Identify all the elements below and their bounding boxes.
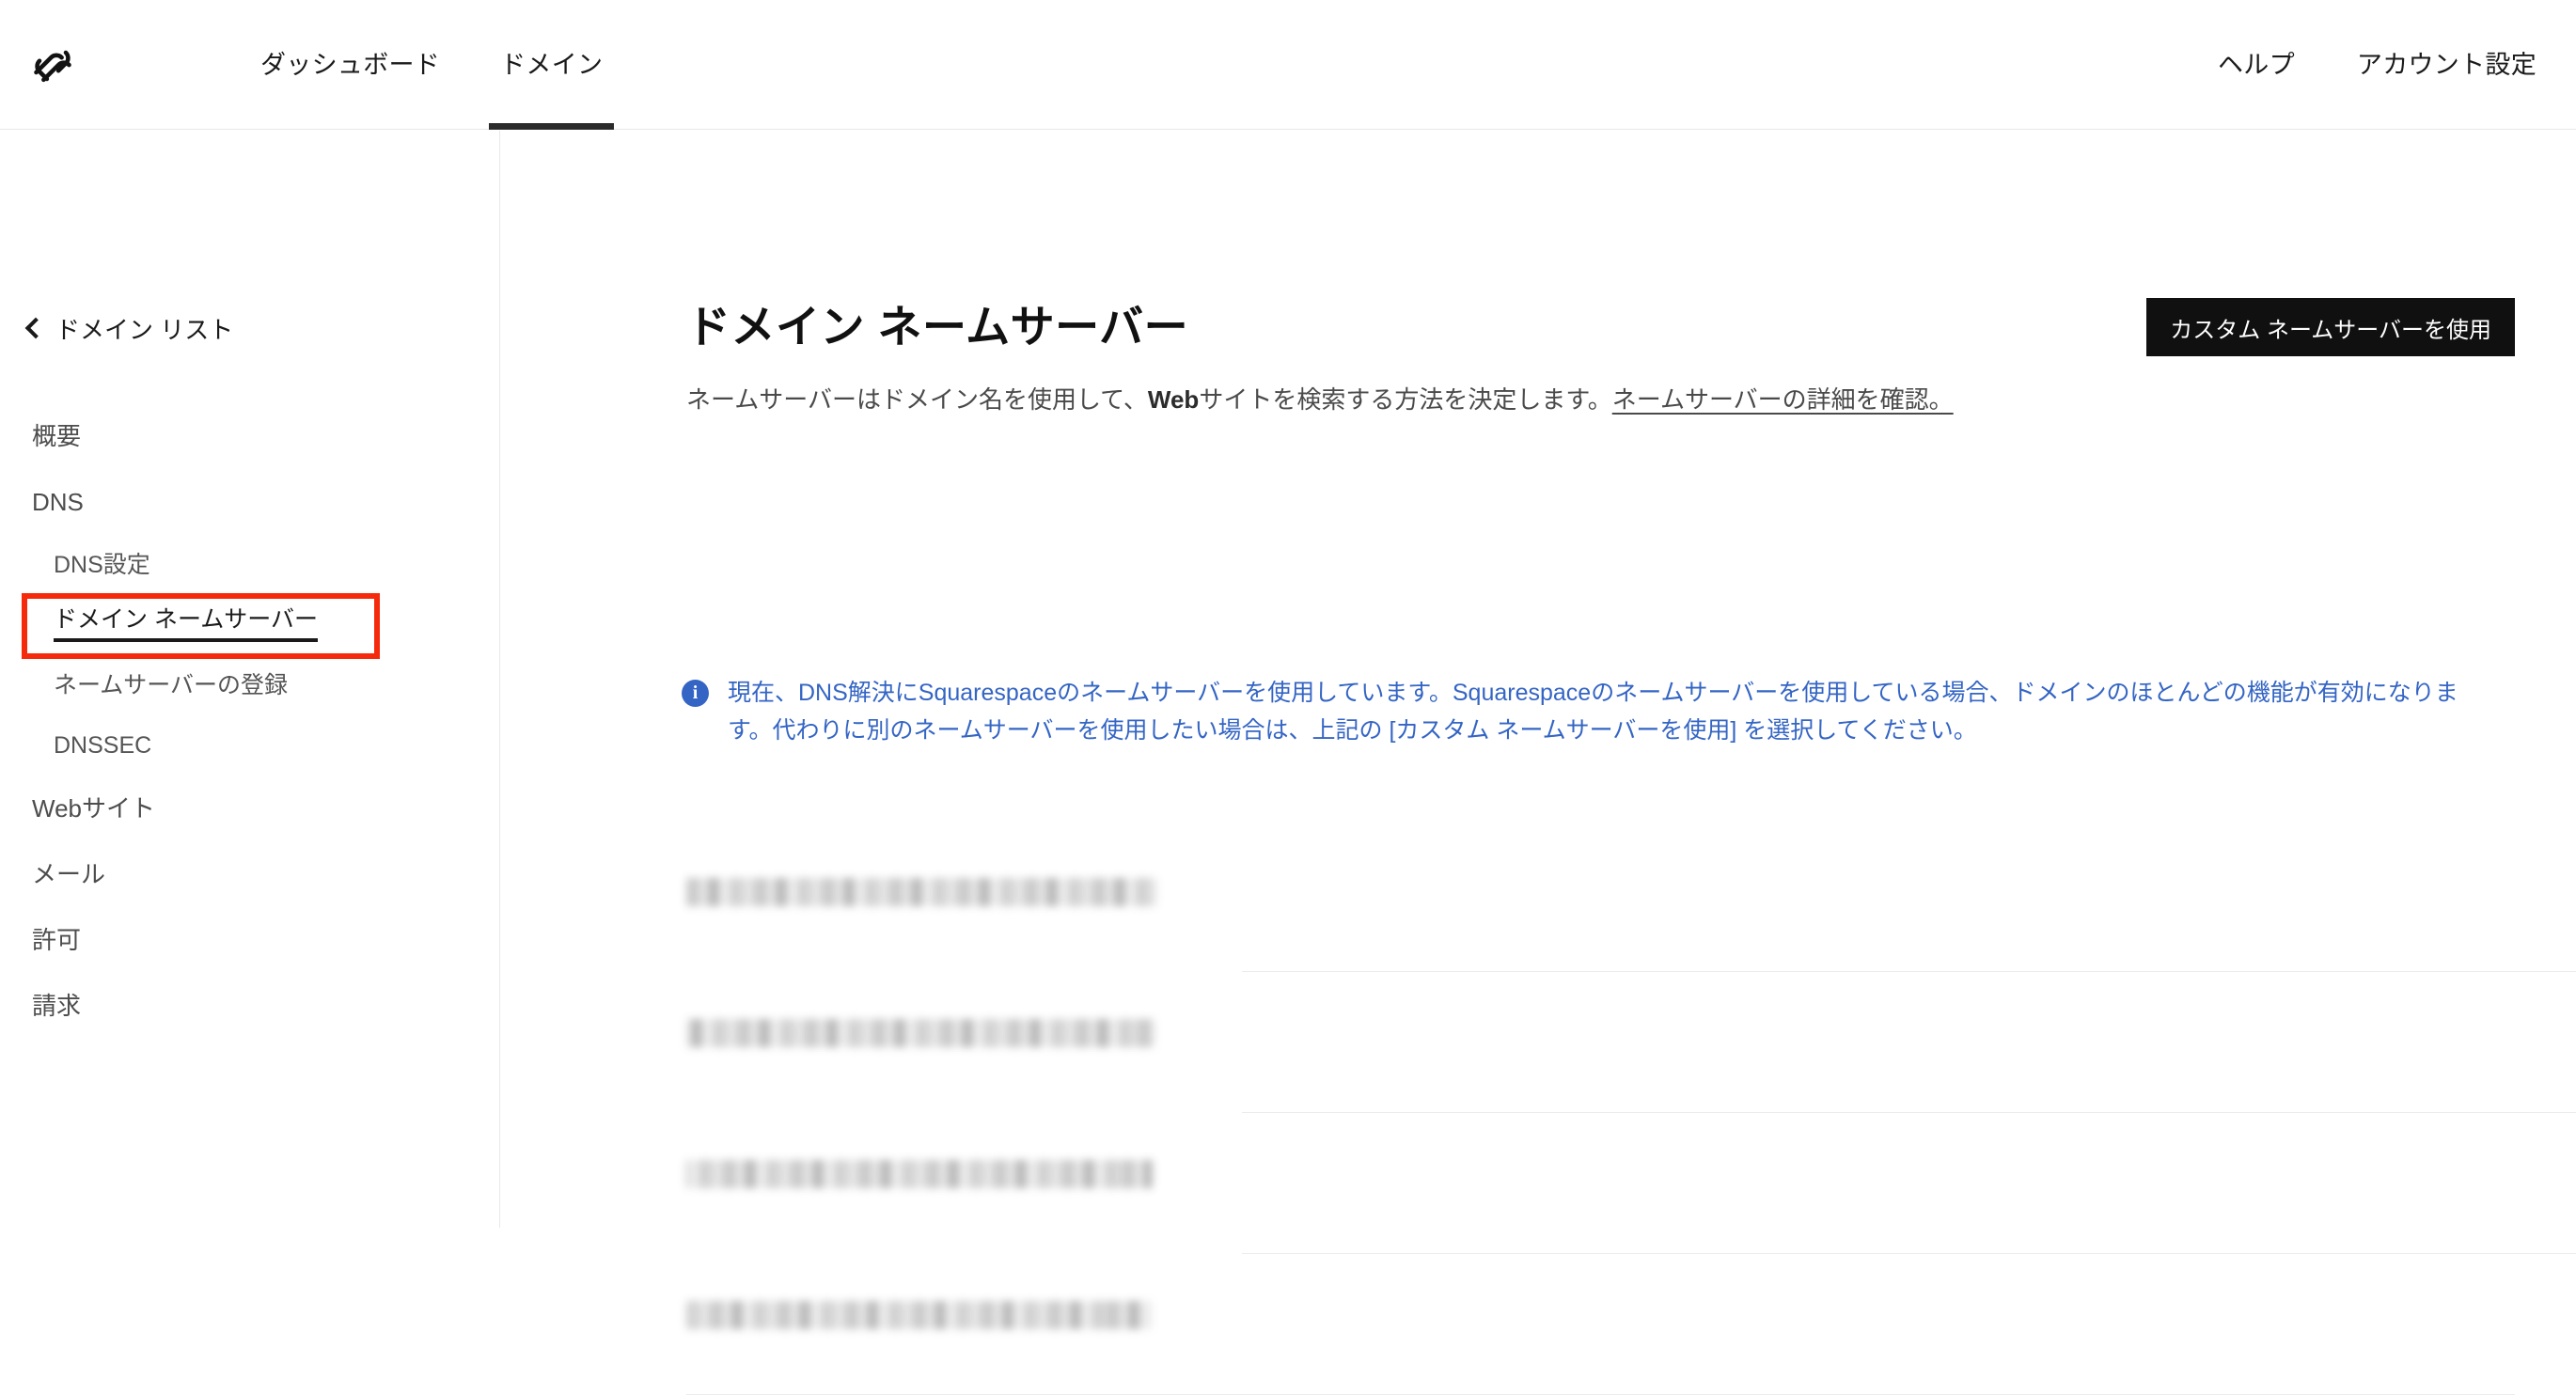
- nav-help-link[interactable]: ヘルプ: [2207, 0, 2306, 130]
- sidebar-item-website-label: Webサイト: [32, 794, 155, 823]
- sidebar-item-mail-label: メール: [32, 860, 106, 888]
- sidebar-item-dns-settings[interactable]: DNS設定: [0, 535, 500, 595]
- nameserver-row[interactable]: [501, 1113, 2576, 1254]
- nameserver-list: [501, 831, 2576, 1395]
- chevron-left-icon: [24, 317, 47, 338]
- nameserver-row[interactable]: [501, 1254, 2576, 1395]
- squarespace-logo-icon[interactable]: [21, 34, 85, 98]
- info-circle-icon: i: [682, 680, 709, 707]
- back-link-label: ドメイン リスト: [55, 316, 234, 344]
- page-description: ネームサーバーはドメイン名を使用して、Webサイトを検索する方法を決定します。ネ…: [686, 380, 2012, 419]
- sidebar-item-domain-nameservers[interactable]: ドメイン ネームサーバー: [0, 595, 500, 655]
- nav-tab-domains-label: ドメイン: [500, 50, 604, 79]
- nav-tab-dashboard[interactable]: ダッシュボード: [249, 0, 451, 130]
- nameserver-value-redacted: [686, 1019, 1154, 1047]
- nav-tab-domains[interactable]: ドメイン: [489, 0, 615, 130]
- sidebar-item-dns[interactable]: DNS: [0, 469, 500, 535]
- nameserver-row[interactable]: [501, 972, 2576, 1113]
- sidebar-item-overview-label: 概要: [32, 422, 82, 450]
- nav-help-label: ヘルプ: [2217, 50, 2295, 79]
- nav-account-settings-link[interactable]: アカウント設定: [2346, 0, 2548, 130]
- nameserver-info-notice-text: 現在、DNS解決にSquarespaceのネームサーバーを使用しています。Squ…: [728, 680, 2458, 744]
- nameserver-value-redacted: [686, 878, 1156, 906]
- sidebar-item-website[interactable]: Webサイト: [0, 776, 500, 841]
- use-custom-nameservers-button[interactable]: カスタム ネームサーバーを使用: [2146, 298, 2515, 356]
- nameserver-value-redacted: [686, 1301, 1151, 1329]
- sidebar-item-billing[interactable]: 請求: [0, 973, 500, 1039]
- page-description-part2: サイトを検索する方法を決定します。: [1199, 385, 1612, 414]
- sidebar: ドメイン リスト 概要 DNS DNS設定 ドメイン ネームサーバー ネームサー…: [0, 131, 500, 1228]
- sidebar-item-nameserver-registration[interactable]: ネームサーバーの登録: [0, 655, 500, 715]
- sidebar-item-dnssec[interactable]: DNSSEC: [0, 715, 500, 776]
- primary-navigation: ダッシュボード ドメイン: [249, 0, 615, 130]
- utility-navigation: ヘルプ アカウント設定: [2207, 0, 2548, 130]
- page-title: ドメイン ネームサーバー: [686, 302, 1189, 352]
- nameserver-value-redacted: [686, 1160, 1153, 1188]
- page-description-bold: Web: [1147, 385, 1200, 414]
- back-to-domain-list-link[interactable]: ドメイン リスト: [24, 311, 234, 346]
- nameserver-learn-more-link[interactable]: ネームサーバーの詳細を確認。: [1612, 385, 1954, 414]
- page-description-part1: ネームサーバーはドメイン名を使用して、: [686, 385, 1148, 414]
- nameserver-info-notice: i 現在、DNS解決にSquarespaceのネームサーバーを使用しています。S…: [682, 674, 2487, 749]
- sidebar-item-permissions[interactable]: 許可: [0, 907, 500, 973]
- sidebar-item-overview[interactable]: 概要: [0, 403, 500, 469]
- sidebar-item-domain-nameservers-label: ドメイン ネームサーバー: [54, 608, 318, 642]
- main-content: ドメイン ネームサーバー カスタム ネームサーバーを使用 ネームサーバーはドメイ…: [501, 131, 2576, 1395]
- sidebar-item-mail[interactable]: メール: [0, 841, 500, 907]
- nameserver-row[interactable]: [501, 831, 2576, 972]
- sidebar-item-permissions-label: 許可: [32, 926, 82, 954]
- sidebar-item-dnssec-label: DNSSEC: [54, 731, 152, 759]
- sidebar-item-dns-settings-label: DNS設定: [54, 551, 150, 578]
- sidebar-item-dns-label: DNS: [32, 488, 84, 516]
- sidebar-item-nameserver-registration-label: ネームサーバーの登録: [54, 671, 289, 698]
- sidebar-nav-list: 概要 DNS DNS設定 ドメイン ネームサーバー ネームサーバーの登録 DNS…: [0, 403, 500, 1039]
- nav-account-settings-label: アカウント設定: [2356, 50, 2537, 79]
- sidebar-item-billing-label: 請求: [32, 992, 82, 1020]
- nav-tab-dashboard-label: ダッシュボード: [260, 50, 441, 79]
- top-header-bar: ダッシュボード ドメイン ヘルプ アカウント設定: [0, 0, 2576, 130]
